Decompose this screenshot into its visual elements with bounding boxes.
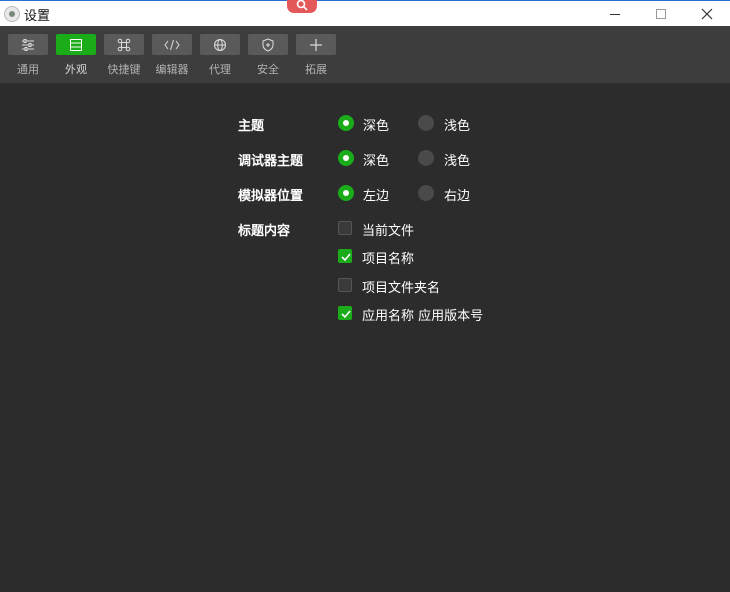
tab-extensions-label: 拓展 xyxy=(305,63,327,76)
close-icon xyxy=(701,8,713,20)
tab-general[interactable]: 通用 xyxy=(8,34,48,77)
minimize-button[interactable] xyxy=(592,1,638,27)
tab-editor[interactable]: 编辑器 xyxy=(152,34,192,77)
layout-icon xyxy=(70,38,82,51)
shield-icon xyxy=(262,37,274,52)
simulator-position-label: 模拟器位置 xyxy=(238,189,304,204)
simulator-left-label: 左边 xyxy=(363,189,390,204)
app-logo-icon xyxy=(4,6,20,22)
theme-label: 主题 xyxy=(238,119,265,134)
simulator-left-radio[interactable] xyxy=(338,185,354,201)
title-bar: 设置 xyxy=(0,0,730,26)
debugger-theme-label: 调试器主题 xyxy=(238,154,304,169)
search-icon[interactable] xyxy=(287,0,317,13)
debugger-theme-dark-label: 深色 xyxy=(363,154,390,169)
settings-toolbar: 通用 外观 快捷键 编辑器 代理 安全 拓展 xyxy=(0,26,730,83)
checkmark-icon xyxy=(341,253,351,262)
app-name-version-checkbox[interactable] xyxy=(338,306,352,320)
close-button[interactable] xyxy=(684,1,730,27)
project-name-checkbox[interactable] xyxy=(338,249,352,263)
globe-icon xyxy=(214,38,226,51)
tab-extensions[interactable]: 拓展 xyxy=(296,34,336,77)
title-content-label: 标题内容 xyxy=(238,224,291,239)
tab-shortcuts[interactable]: 快捷键 xyxy=(104,34,144,77)
current-file-label: 当前文件 xyxy=(362,224,415,239)
debugger-theme-light-label: 浅色 xyxy=(444,154,471,169)
project-name-label: 项目名称 xyxy=(362,252,415,267)
maximize-button[interactable] xyxy=(638,1,684,27)
window-title: 设置 xyxy=(24,9,51,24)
simulator-right-label: 右边 xyxy=(444,189,471,204)
minimize-icon xyxy=(610,14,620,15)
debugger-theme-dark-radio[interactable] xyxy=(338,150,354,166)
tab-appearance[interactable]: 外观 xyxy=(56,34,96,77)
theme-dark-label: 深色 xyxy=(363,119,390,134)
sliders-icon xyxy=(22,38,34,51)
project-folder-checkbox[interactable] xyxy=(338,278,352,292)
maximize-icon xyxy=(656,9,666,19)
current-file-checkbox[interactable] xyxy=(338,221,352,235)
app-name-version-label: 应用名称 应用版本号 xyxy=(362,309,484,324)
plus-icon xyxy=(310,38,322,51)
tab-proxy[interactable]: 代理 xyxy=(200,34,240,77)
project-folder-label: 项目文件夹名 xyxy=(362,281,441,296)
theme-light-radio[interactable] xyxy=(418,115,434,131)
code-icon xyxy=(164,39,180,50)
theme-dark-radio[interactable] xyxy=(338,115,354,131)
command-key-icon xyxy=(117,38,131,51)
debugger-theme-light-radio[interactable] xyxy=(418,150,434,166)
theme-light-label: 浅色 xyxy=(444,119,471,134)
checkmark-icon xyxy=(341,310,351,319)
tab-security[interactable]: 安全 xyxy=(248,34,288,77)
simulator-right-radio[interactable] xyxy=(418,185,434,201)
